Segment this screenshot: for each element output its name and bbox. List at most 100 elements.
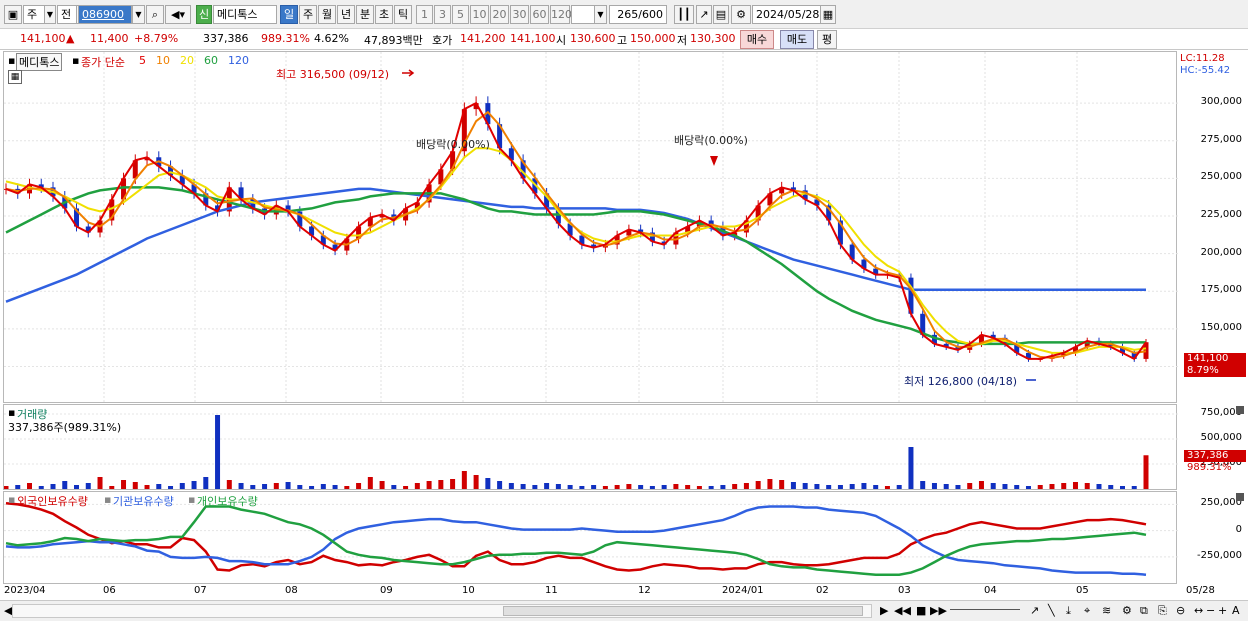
trend-tool-icon[interactable]: ↗	[696, 5, 712, 24]
number-button-30[interactable]: 30	[510, 5, 529, 24]
zoom-out-icon[interactable]: ⊖	[1176, 604, 1185, 617]
holdings-chart-svg	[4, 502, 1178, 576]
volume-bar	[1119, 486, 1125, 489]
interval-0[interactable]: 일	[280, 5, 298, 24]
copy-icon[interactable]: ⎘	[1158, 604, 1167, 618]
holdings-legend-item[interactable]: 개인보유수량	[197, 493, 258, 509]
institution-holdings-line	[5, 505, 1147, 576]
ma-period-20[interactable]: 20	[180, 54, 194, 67]
number-button-60[interactable]: 60	[530, 5, 549, 24]
holdings-legend-item[interactable]: 외국인보유수량	[17, 493, 88, 509]
stock-name-label[interactable]: 메디톡스	[16, 53, 63, 71]
hoga-ask: 141,200	[460, 32, 506, 45]
volume-value: 337,386	[203, 32, 249, 45]
price-chart-pane[interactable]: ▪ 메디톡스 ▪ 종가 단순 5 10 20 60 120 ▦ 최고 316,500 (…	[3, 51, 1178, 404]
number-button-3[interactable]: 3	[434, 5, 451, 24]
x-tick-label: 10	[462, 585, 475, 596]
x-tick-label: 2023/04	[4, 585, 46, 596]
ma-period-10[interactable]: 10	[156, 54, 170, 67]
volume-bar	[144, 485, 150, 489]
volume-bar	[238, 483, 244, 489]
horizontal-scrollbar[interactable]	[12, 604, 872, 618]
low-price: 130,300	[690, 32, 736, 45]
scroll-thumb[interactable]	[503, 606, 863, 616]
avg-button[interactable]: 평	[817, 30, 837, 49]
rewind-icon[interactable]: ◀◀	[894, 604, 911, 617]
chart-tool-icon[interactable]: ⧉	[1140, 604, 1148, 618]
sell-button[interactable]: 매도	[780, 30, 814, 49]
close-pane-icon[interactable]	[1236, 406, 1244, 414]
date-field[interactable]: 2024/05/28	[752, 5, 822, 24]
save-icon[interactable]: ▤	[713, 5, 729, 24]
number-button-120[interactable]: 120	[550, 5, 572, 24]
speaker-icon[interactable]: ◀▾	[165, 5, 191, 24]
settings-dot-icon[interactable]: ▪	[8, 406, 15, 419]
volume-bar	[121, 480, 127, 489]
chevron-down-icon[interactable]: ▼	[44, 5, 56, 24]
stock-name-field[interactable]: 메디톡스	[213, 5, 277, 24]
ma-period-5[interactable]: 5	[139, 54, 146, 67]
gear-icon[interactable]: ⚙	[731, 5, 751, 24]
ma-period-60[interactable]: 60	[204, 54, 218, 67]
scroll-right-icon[interactable]: ▶	[880, 604, 888, 617]
volume-percent: 989.31%	[261, 32, 310, 45]
volume-bar	[555, 484, 561, 489]
interval-1[interactable]: 주	[299, 5, 317, 24]
volume-bar	[743, 483, 749, 489]
volume-bar	[179, 483, 185, 489]
volume-bar	[849, 484, 855, 489]
interval-4[interactable]: 분	[356, 5, 374, 24]
volume-bar	[931, 483, 937, 489]
calendar-icon[interactable]: ▦	[820, 5, 836, 24]
text-icon[interactable]: A	[1232, 604, 1240, 617]
volume-bar	[767, 479, 773, 489]
holdings-legend-item[interactable]: 기관보유수량	[113, 493, 174, 509]
search-icon[interactable]: ⌕	[146, 5, 164, 24]
number-button-20[interactable]: 20	[490, 5, 509, 24]
candle-icon[interactable]: ┃┃	[674, 5, 694, 24]
holdings-chart-pane[interactable]: ▪ 외국인보유수량 ▪ 기관보유수량 ▪ 개인보유수량	[3, 491, 1178, 584]
period-select-b[interactable]: 전	[57, 5, 77, 24]
window-icon[interactable]: ▣	[4, 5, 22, 24]
number-button-5[interactable]: 5	[452, 5, 469, 24]
line-tool-icon[interactable]: ╲	[1048, 604, 1055, 617]
ma-label[interactable]: 종가 단순	[81, 54, 125, 70]
grid-icon[interactable]: ▦	[8, 70, 22, 84]
close-pane-icon[interactable]	[1236, 493, 1244, 501]
stop-icon[interactable]: ■	[916, 604, 926, 617]
settings-dot-icon[interactable]: ▪	[104, 493, 111, 506]
period-select-a[interactable]: 주	[23, 5, 45, 24]
volume-value: 337,386주(989.31%)	[8, 421, 122, 434]
marker-icon[interactable]: ⤓	[1066, 604, 1071, 618]
minus-icon[interactable]: −	[1206, 604, 1215, 617]
move-icon[interactable]: ↔	[1194, 604, 1203, 617]
interval-5[interactable]: 초	[375, 5, 393, 24]
number-button-10[interactable]: 10	[470, 5, 489, 24]
volume-bar	[1049, 484, 1055, 489]
interval-2[interactable]: 월	[318, 5, 336, 24]
measure-icon[interactable]: ⌖	[1084, 604, 1090, 618]
play-icon[interactable]: ▶▶	[930, 604, 947, 617]
buy-button[interactable]: 매수	[740, 30, 774, 49]
x-tick-label: 04	[984, 585, 997, 596]
zoom-slider[interactable]	[950, 609, 1020, 610]
ma-period-120[interactable]: 120	[228, 54, 249, 67]
volume-chart-pane[interactable]: ▪ 거래량 337,386주(989.31%)	[3, 404, 1178, 490]
arrow-icon[interactable]: ↗	[1030, 604, 1039, 617]
interval-6[interactable]: 틱	[394, 5, 412, 24]
settings-dot-icon[interactable]: ▪	[8, 54, 15, 67]
chevron-down-icon[interactable]: ▼	[132, 5, 145, 24]
chevron-down-icon[interactable]: ▼	[594, 5, 607, 24]
settings-dot-icon[interactable]: ▪	[72, 54, 79, 67]
interval-3[interactable]: 년	[337, 5, 355, 24]
gear-tool-icon[interactable]: ⚙	[1122, 604, 1132, 617]
plus-icon[interactable]: +	[1218, 604, 1227, 617]
settings-dot-icon[interactable]: ▪	[188, 493, 195, 506]
stock-code-input[interactable]: 086900	[78, 5, 132, 24]
fibo-icon[interactable]: ≋	[1102, 604, 1111, 617]
count-field[interactable]: 265/600	[609, 5, 667, 24]
settings-dot-icon[interactable]: ▪	[8, 493, 15, 506]
price-tick-label: 275,000	[1200, 133, 1242, 145]
volume-bar	[802, 483, 808, 489]
number-button-1[interactable]: 1	[416, 5, 433, 24]
